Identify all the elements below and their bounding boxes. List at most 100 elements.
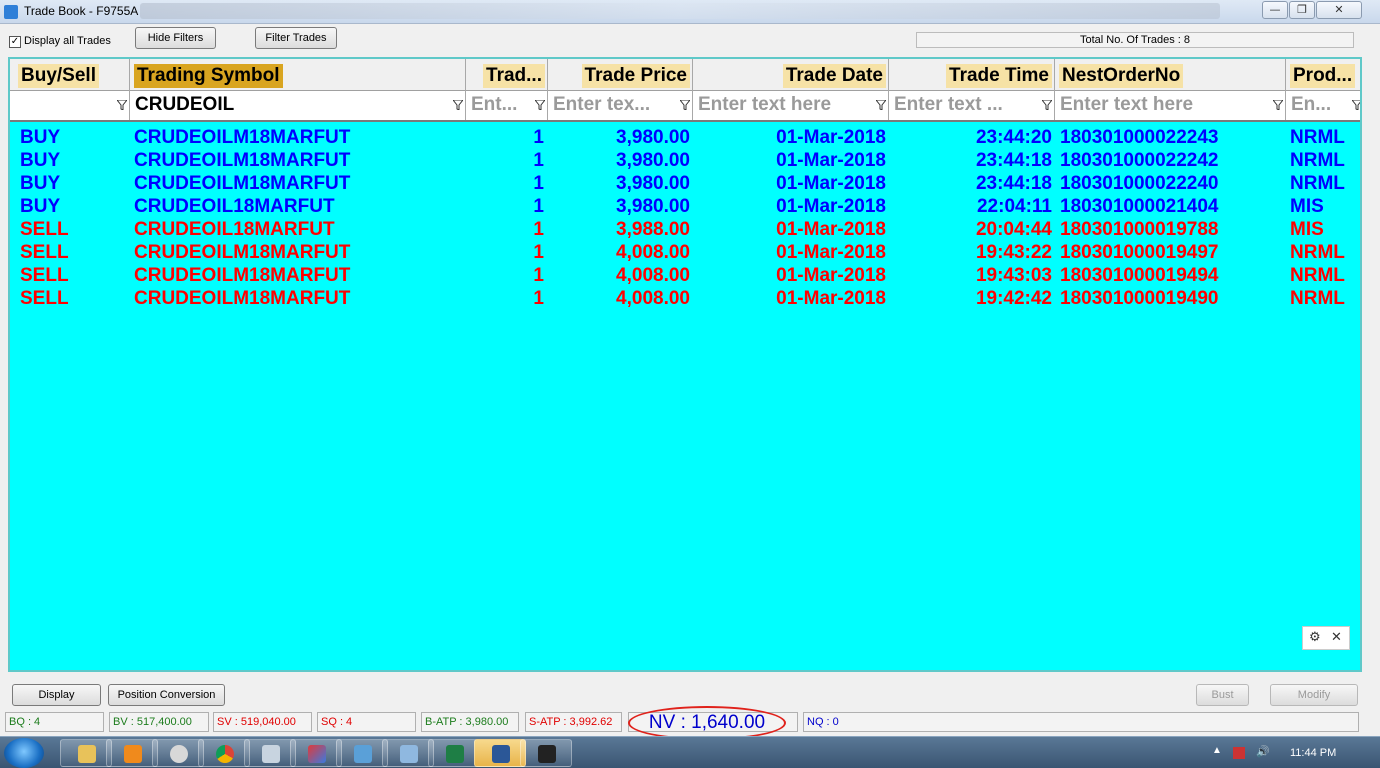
tray-arrow-icon[interactable]: ▲ — [1212, 745, 1222, 756]
taskbar: ▲ 🔊 11:44 PM — [0, 736, 1380, 768]
cell-trade-price: 3,980.00 — [616, 173, 690, 194]
filter-trade-time[interactable]: Enter text ... — [889, 91, 1055, 120]
taskbar-chrome[interactable] — [198, 739, 250, 767]
cell-trade-date: 01-Mar-2018 — [776, 127, 886, 148]
column-header-trading-symbol[interactable]: Trading Symbol — [130, 59, 466, 91]
bust-button[interactable]: Bust — [1196, 684, 1249, 706]
cell-trading-symbol: CRUDEOILM18MARFUT — [134, 173, 351, 194]
buy-atp: B-ATP : 3,980.00 — [421, 712, 519, 732]
filter-icon[interactable] — [535, 100, 545, 110]
filter-icon[interactable] — [680, 100, 690, 110]
trade-grid: Buy/Sell Trading Symbol Trad... Trade Pr… — [8, 57, 1362, 672]
filter-icon[interactable] — [453, 100, 463, 110]
gear-icon[interactable]: ⚙ — [1309, 630, 1321, 645]
taskbar-excel[interactable] — [428, 739, 480, 767]
cell-trade-qty: 1 — [533, 127, 544, 148]
display-all-checkbox[interactable]: ✓ — [9, 36, 21, 48]
filter-icon[interactable] — [1352, 100, 1362, 110]
taskbar-app[interactable] — [152, 739, 204, 767]
filter-trade-qty[interactable]: Ent... — [466, 91, 548, 120]
filter-nest-order-no[interactable]: Enter text here — [1055, 91, 1286, 120]
tray-clock[interactable]: 11:44 PM — [1290, 747, 1336, 759]
cell-trade-price: 4,008.00 — [616, 265, 690, 286]
taskbar-explorer[interactable] — [60, 739, 112, 767]
column-header-nest-order-no[interactable]: NestOrderNo — [1055, 59, 1286, 91]
total-trades-label: Total No. Of Trades : 8 — [916, 32, 1354, 48]
cell-nest-order-no: 180301000019490 — [1060, 288, 1219, 309]
cell-nest-order-no: 180301000019494 — [1060, 265, 1219, 286]
column-header-buy-sell[interactable]: Buy/Sell — [10, 59, 130, 91]
filter-trading-symbol[interactable]: CRUDEOIL — [130, 91, 466, 120]
column-header-trade-date[interactable]: Trade Date — [693, 59, 889, 91]
cell-nest-order-no: 180301000022243 — [1060, 127, 1219, 148]
tray-speaker-icon[interactable]: 🔊 — [1256, 745, 1270, 758]
cell-trade-date: 01-Mar-2018 — [776, 150, 886, 171]
cell-trade-time: 22:04:11 — [976, 196, 1052, 217]
cell-product: MIS — [1290, 196, 1324, 217]
taskbar-app-3[interactable] — [336, 739, 388, 767]
window-title: Trade Book - F9755A — [24, 4, 139, 18]
sell-atp: S-ATP : 3,992.62 — [525, 712, 622, 732]
filter-icon[interactable] — [1042, 100, 1052, 110]
tray-flag-icon[interactable] — [1233, 747, 1245, 759]
filter-icon[interactable] — [117, 100, 127, 110]
table-row[interactable]: SELL CRUDEOILM18MARFUT 1 4,008.00 01-Mar-201… — [10, 241, 1360, 264]
cell-buy-sell: BUY — [20, 127, 61, 148]
column-header-trade-qty[interactable]: Trad... — [466, 59, 548, 91]
start-button[interactable] — [4, 738, 44, 768]
net-quantity: NQ : 0 — [803, 712, 1359, 732]
cell-trade-time: 19:42:42 — [975, 288, 1052, 309]
taskbar-app-4[interactable] — [382, 739, 434, 767]
table-row[interactable]: BUY CRUDEOIL18MARFUT 1 3,980.00 01-Mar-2018 2… — [10, 195, 1360, 218]
taskbar-word[interactable] — [474, 739, 526, 767]
column-header-trade-time[interactable]: Trade Time — [889, 59, 1055, 91]
filter-buy-sell[interactable] — [10, 91, 130, 120]
cell-trade-time: 19:43:03 — [975, 265, 1052, 286]
filter-icon[interactable] — [1273, 100, 1283, 110]
cell-trade-time: 20:04:44 — [975, 219, 1052, 240]
cell-trade-date: 01-Mar-2018 — [776, 173, 886, 194]
cell-buy-sell: SELL — [20, 265, 69, 286]
filter-trade-date[interactable]: Enter text here — [693, 91, 889, 120]
filter-product[interactable]: En... — [1286, 91, 1362, 120]
table-row[interactable]: SELL CRUDEOIL18MARFUT 1 3,988.00 01-Mar-2018… — [10, 218, 1360, 241]
cell-product: NRML — [1290, 265, 1345, 286]
taskbar-media-player[interactable] — [106, 739, 158, 767]
position-conversion-button[interactable]: Position Conversion — [108, 684, 225, 706]
cell-buy-sell: SELL — [20, 242, 69, 263]
grid-settings-panel: ⚙ ✕ — [1302, 626, 1350, 650]
table-row[interactable]: SELL CRUDEOILM18MARFUT 1 4,008.00 01-Mar-201… — [10, 287, 1360, 310]
word-icon — [492, 745, 510, 763]
table-row[interactable]: SELL CRUDEOILM18MARFUT 1 4,008.00 01-Mar-201… — [10, 264, 1360, 287]
taskbar-app-2[interactable] — [290, 739, 342, 767]
cell-trade-qty: 1 — [533, 242, 544, 263]
column-header-trade-price[interactable]: Trade Price — [548, 59, 693, 91]
cell-trade-date: 01-Mar-2018 — [776, 288, 886, 309]
cell-product: NRML — [1290, 127, 1345, 148]
cell-trade-qty: 1 — [533, 265, 544, 286]
cell-nest-order-no: 180301000019497 — [1060, 242, 1219, 263]
table-row[interactable]: BUY CRUDEOILM18MARFUT 1 3,980.00 01-Mar-2018… — [10, 149, 1360, 172]
display-button[interactable]: Display — [12, 684, 101, 706]
table-row[interactable]: BUY CRUDEOILM18MARFUT 1 3,980.00 01-Mar-2018… — [10, 172, 1360, 195]
cell-trading-symbol: CRUDEOILM18MARFUT — [134, 265, 351, 286]
display-all-label: Display all Trades — [24, 35, 111, 47]
media-icon — [124, 745, 142, 763]
close-button[interactable]: ✕ — [1316, 1, 1362, 19]
cell-nest-order-no: 180301000021404 — [1060, 196, 1219, 217]
toolbar: ✓ Display all Trades Hide Filters Filter… — [0, 25, 1380, 55]
column-header-product[interactable]: Prod... — [1286, 59, 1360, 91]
table-row[interactable]: BUY CRUDEOILM18MARFUT 1 3,980.00 01-Mar-2018… — [10, 126, 1360, 149]
taskbar-calculator[interactable] — [244, 739, 296, 767]
taskbar-trading-app[interactable] — [520, 739, 572, 767]
app-icon — [4, 5, 18, 19]
hide-filters-button[interactable]: Hide Filters — [135, 27, 216, 49]
filter-trade-price[interactable]: Enter tex... — [548, 91, 693, 120]
modify-button[interactable]: Modify — [1270, 684, 1358, 706]
filter-icon[interactable] — [876, 100, 886, 110]
maximize-button[interactable]: ❐ — [1289, 1, 1315, 19]
close-icon[interactable]: ✕ — [1331, 630, 1342, 645]
folder-icon — [78, 745, 96, 763]
filter-trades-button[interactable]: Filter Trades — [255, 27, 337, 49]
minimize-button[interactable]: — — [1262, 1, 1288, 19]
